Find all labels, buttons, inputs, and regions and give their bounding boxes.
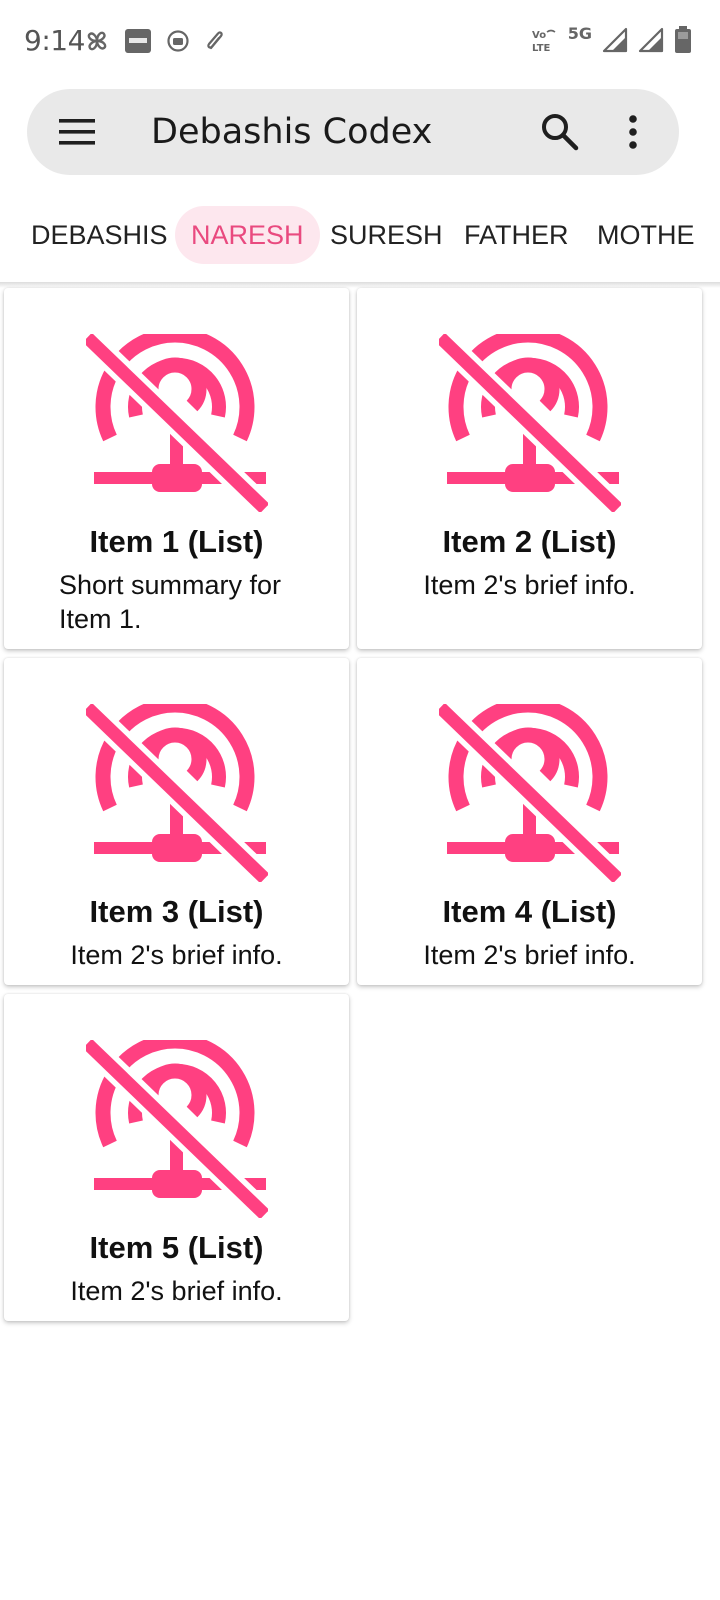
status-time: 9:14 (24, 24, 85, 57)
menu-icon[interactable] (59, 117, 95, 147)
item-summary: Short summary for Item 1. (59, 570, 282, 634)
tab-suresh[interactable]: SURESH (314, 206, 459, 264)
item-card-1[interactable]: Item 1 (List) Short summary for Item 1. (4, 288, 349, 649)
paytm-icon (125, 29, 151, 53)
antenna-off-icon (85, 704, 268, 882)
volte-icon: Vo LTE (532, 29, 556, 54)
item-card-2[interactable]: Item 2 (List) Item 2's brief info. (357, 288, 702, 649)
tab-debashis[interactable]: DEBASHIS (15, 206, 184, 264)
search-toolbar[interactable]: Debashis Codex (27, 89, 679, 175)
tab-mother[interactable]: MOTHE (581, 206, 711, 264)
antenna-off-icon (85, 334, 268, 512)
svg-text:LTE: LTE (532, 43, 551, 54)
tab-bar: DEBASHIS NARESH SURESH FATHER MOTHE (0, 200, 720, 272)
system-icons: Vo LTE 5G (530, 23, 692, 54)
signal-icon (602, 27, 628, 53)
tab-label: DEBASHIS (31, 220, 168, 250)
item-title: Item 4 (List) (442, 894, 617, 929)
signal-icon (638, 27, 664, 53)
item-title: Item 1 (List) (89, 524, 264, 559)
notification-icons (84, 28, 228, 54)
tab-label: FATHER (464, 220, 569, 250)
tab-label: NARESH (191, 220, 304, 250)
svg-text:Vo: Vo (532, 30, 546, 41)
5g-label: 5G (567, 23, 592, 43)
item-summary: Item 2's brief info. (423, 570, 636, 600)
more-vert-icon[interactable] (619, 111, 647, 153)
item-card-3[interactable]: Item 3 (List) Item 2's brief info. (4, 658, 349, 985)
item-card-4[interactable]: Item 4 (List) Item 2's brief info. (357, 658, 702, 985)
search-icon[interactable] (539, 111, 581, 153)
paperclip-icon (207, 31, 223, 50)
tab-father[interactable]: FATHER (448, 206, 585, 264)
item-title: Item 2 (List) (442, 524, 617, 559)
record-icon (167, 30, 189, 52)
antenna-off-icon (438, 704, 621, 882)
item-summary: Item 2's brief info. (423, 940, 636, 970)
pinwheel-icon (87, 31, 107, 51)
status-bar: 9:14 Vo LTE 5G (0, 0, 720, 86)
item-title: Item 3 (List) (89, 894, 264, 929)
item-summary: Item 2's brief info. (70, 1276, 283, 1306)
item-summary: Item 2's brief info. (70, 940, 283, 970)
battery-icon (675, 26, 691, 53)
tab-label: MOTHE (597, 220, 695, 250)
tab-label: SURESH (330, 220, 443, 250)
antenna-off-icon (438, 334, 621, 512)
tab-naresh[interactable]: NARESH (175, 206, 320, 264)
antenna-off-icon (85, 1040, 268, 1218)
item-card-5[interactable]: Item 5 (List) Item 2's brief info. (4, 994, 349, 1321)
app-title: Debashis Codex (151, 112, 433, 152)
item-title: Item 5 (List) (89, 1230, 264, 1265)
